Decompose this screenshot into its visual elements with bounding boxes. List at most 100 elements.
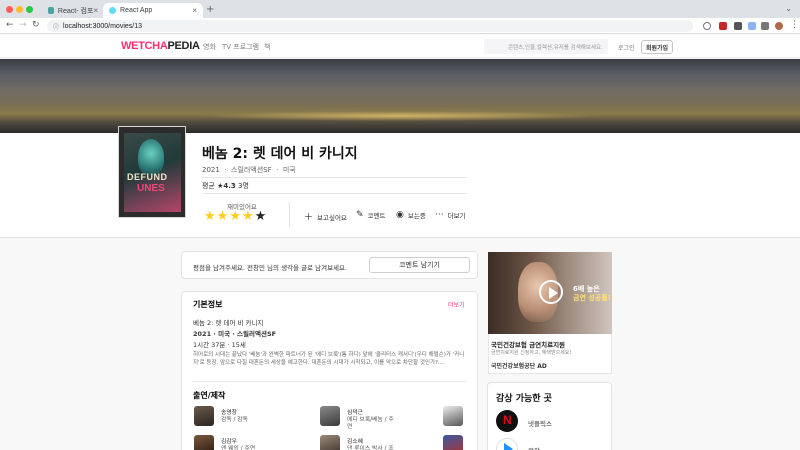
movie-year: 2021: [202, 166, 220, 174]
search-placeholder: 콘텐츠,인물,컬렉션,유저를 검색해보세요.: [508, 44, 603, 51]
more-button[interactable]: ··· 더보기: [435, 210, 466, 220]
nav-tv[interactable]: TV 프로그램: [222, 42, 259, 52]
movie-genre: 스릴러액션SF: [230, 166, 272, 174]
browser-tab-active[interactable]: React App ×: [103, 3, 203, 18]
play-icon[interactable]: [539, 280, 563, 304]
action-label: 더보기: [447, 212, 466, 220]
cast-role-cont: 연: [347, 424, 353, 430]
ad-caption: 6배 높은 금연 성공률!: [573, 285, 611, 303]
avg-divider: [202, 193, 467, 194]
url-text: localhost:3000/movies/13: [63, 22, 143, 30]
star-icon[interactable]: ★: [217, 209, 230, 224]
average-rating: 평균 ★4.3 3명: [202, 181, 249, 191]
basic-info-title: 기본정보: [193, 300, 223, 309]
basic-info-title-line: 베놈 2: 렛 데어 비 카니지: [193, 319, 264, 327]
signup-button[interactable]: 회원가입: [641, 40, 673, 54]
avg-label: 평균: [202, 182, 215, 190]
cast-photo: [443, 406, 463, 426]
logo-part1: WETCHA: [121, 40, 168, 52]
tab-search-icon[interactable]: ⌄: [785, 4, 792, 13]
section-divider: [193, 381, 466, 382]
more-dots-icon: ···: [435, 210, 444, 220]
want-to-watch-button[interactable]: ＋ 보고싶어요: [304, 210, 347, 223]
cast-role: 앤 웨잉 / 주연: [221, 446, 256, 450]
meta-sep: ·: [222, 166, 229, 174]
eye-icon: ◉: [396, 210, 404, 220]
search-input[interactable]: 콘텐츠,인물,컬렉션,유저를 검색해보세요.: [484, 39, 608, 54]
watching-button[interactable]: ◉ 보는중: [396, 210, 426, 220]
star-icon[interactable]: ★: [255, 209, 268, 224]
poster-face: [138, 139, 164, 175]
backdrop-horizon-glow: [200, 111, 600, 121]
basic-info-year-line: 2021 · 미국 · 스릴러액션SF: [193, 330, 277, 338]
movie-country: 미국: [282, 166, 296, 174]
leave-comment-button[interactable]: 코멘트 남기기: [369, 257, 470, 273]
ad-title[interactable]: 국민건강보험 금연치료지원: [491, 339, 565, 349]
avg-value: ★4.3: [217, 182, 236, 190]
react-favicon-icon: [109, 7, 116, 14]
back-icon[interactable]: ←: [6, 20, 14, 30]
ad-subtitle: 금연치료지원 신청하고, 혜택받으세요!: [491, 350, 572, 356]
star-icon[interactable]: ★: [242, 209, 255, 224]
cast-role: 에디 브룩/베놈 / 주: [347, 417, 394, 423]
action-label: 보는중: [407, 212, 426, 220]
minimize-window-icon[interactable]: [16, 6, 23, 13]
browser-tab-bar: React- 컴포넌트 간 통신 , Contex × React App × …: [0, 0, 800, 18]
new-tab-icon[interactable]: +: [206, 4, 214, 15]
ad-sponsor: 국민건강보험공단 AD: [491, 363, 547, 370]
reload-icon[interactable]: ↻: [32, 20, 40, 30]
pencil-icon: ✎: [356, 210, 364, 220]
basic-info-card: [181, 291, 478, 450]
cast-photo: [320, 406, 340, 426]
movie-meta: 2021 · 스릴러액션SF · 미국: [202, 165, 296, 175]
meta-divider: [202, 177, 467, 178]
tab-favicon-icon: [48, 7, 54, 14]
poster-text-2: UNES: [137, 183, 165, 194]
cast-photo: [194, 435, 214, 450]
service-netflix[interactable]: 넷플릭스: [528, 418, 552, 428]
browser-tab[interactable]: React- 컴포넌트 간 통신 , Contex ×: [42, 3, 104, 18]
cast-role: 감독 / 감독: [221, 417, 248, 423]
extension-icon[interactable]: [719, 22, 727, 30]
star-rating[interactable]: ★★★★★: [204, 209, 267, 224]
cast-role: 댄 루이스 박사 / 조: [347, 446, 394, 450]
tab-label: React App: [120, 7, 153, 14]
address-bar[interactable]: ⓘ localhost:3000/movies/13: [47, 20, 693, 32]
ad-caption-line2: 금연 성공률!: [573, 294, 611, 302]
close-tab-icon[interactable]: ×: [93, 6, 98, 15]
login-link[interactable]: 로그인: [618, 43, 635, 52]
maximize-window-icon[interactable]: [26, 6, 33, 13]
cast-photo: [443, 435, 463, 450]
star-icon[interactable]: ★: [229, 209, 242, 224]
action-label: 보고싶어요: [317, 213, 347, 222]
comment-prompt-text: 평점을 남겨주세요. 전창민 님의 생각을 글로 남겨보세요.: [193, 264, 348, 272]
ad-caption-line1: 6배 높은: [573, 285, 600, 293]
nav-books[interactable]: 책: [264, 42, 270, 52]
comment-action-button[interactable]: ✎ 코멘트: [356, 210, 386, 220]
bookmark-star-icon[interactable]: [703, 22, 711, 30]
site-logo[interactable]: WETCHAPEDIA: [121, 40, 200, 52]
cast-title: 출연/제작: [193, 391, 226, 400]
movie-poster: DEFUND UNES: [118, 126, 186, 218]
poster-text: DEFUND: [127, 172, 168, 182]
star-icon[interactable]: ★: [204, 209, 217, 224]
nav-movies[interactable]: 영화: [203, 42, 216, 52]
extension-icon[interactable]: [734, 22, 742, 30]
profile-avatar[interactable]: [775, 22, 783, 30]
browser-toolbar: ← → ↻ ⓘ localhost:3000/movies/13 ⋮: [0, 18, 800, 34]
movie-title: 베놈 2: 렛 데어 비 카니지: [202, 146, 358, 162]
meta-sep: ·: [273, 166, 281, 174]
logo-part2: PEDIA: [167, 40, 200, 52]
netflix-logo-icon[interactable]: N: [496, 410, 518, 432]
basic-info-more-link[interactable]: 더보기: [448, 300, 465, 309]
tab-label: React- 컴포넌트 간 통신 , Contex: [57, 7, 94, 15]
close-tab-icon[interactable]: ×: [192, 6, 197, 15]
synopsis: 히어로의 시대는 끝났다 '베놈'과 완벽한 파트너가 된 '에디 브룩'(톰 …: [193, 352, 465, 366]
basic-info-runtime-line: 1시간 37분 · 15세: [193, 341, 246, 349]
service-watcha[interactable]: 왓챠: [528, 445, 540, 450]
close-window-icon[interactable]: [6, 6, 13, 13]
browser-menu-icon[interactable]: ⋮: [790, 20, 799, 30]
extensions-puzzle-icon[interactable]: [761, 22, 769, 30]
forward-icon[interactable]: →: [19, 20, 27, 30]
extension-icon[interactable]: [748, 22, 756, 30]
